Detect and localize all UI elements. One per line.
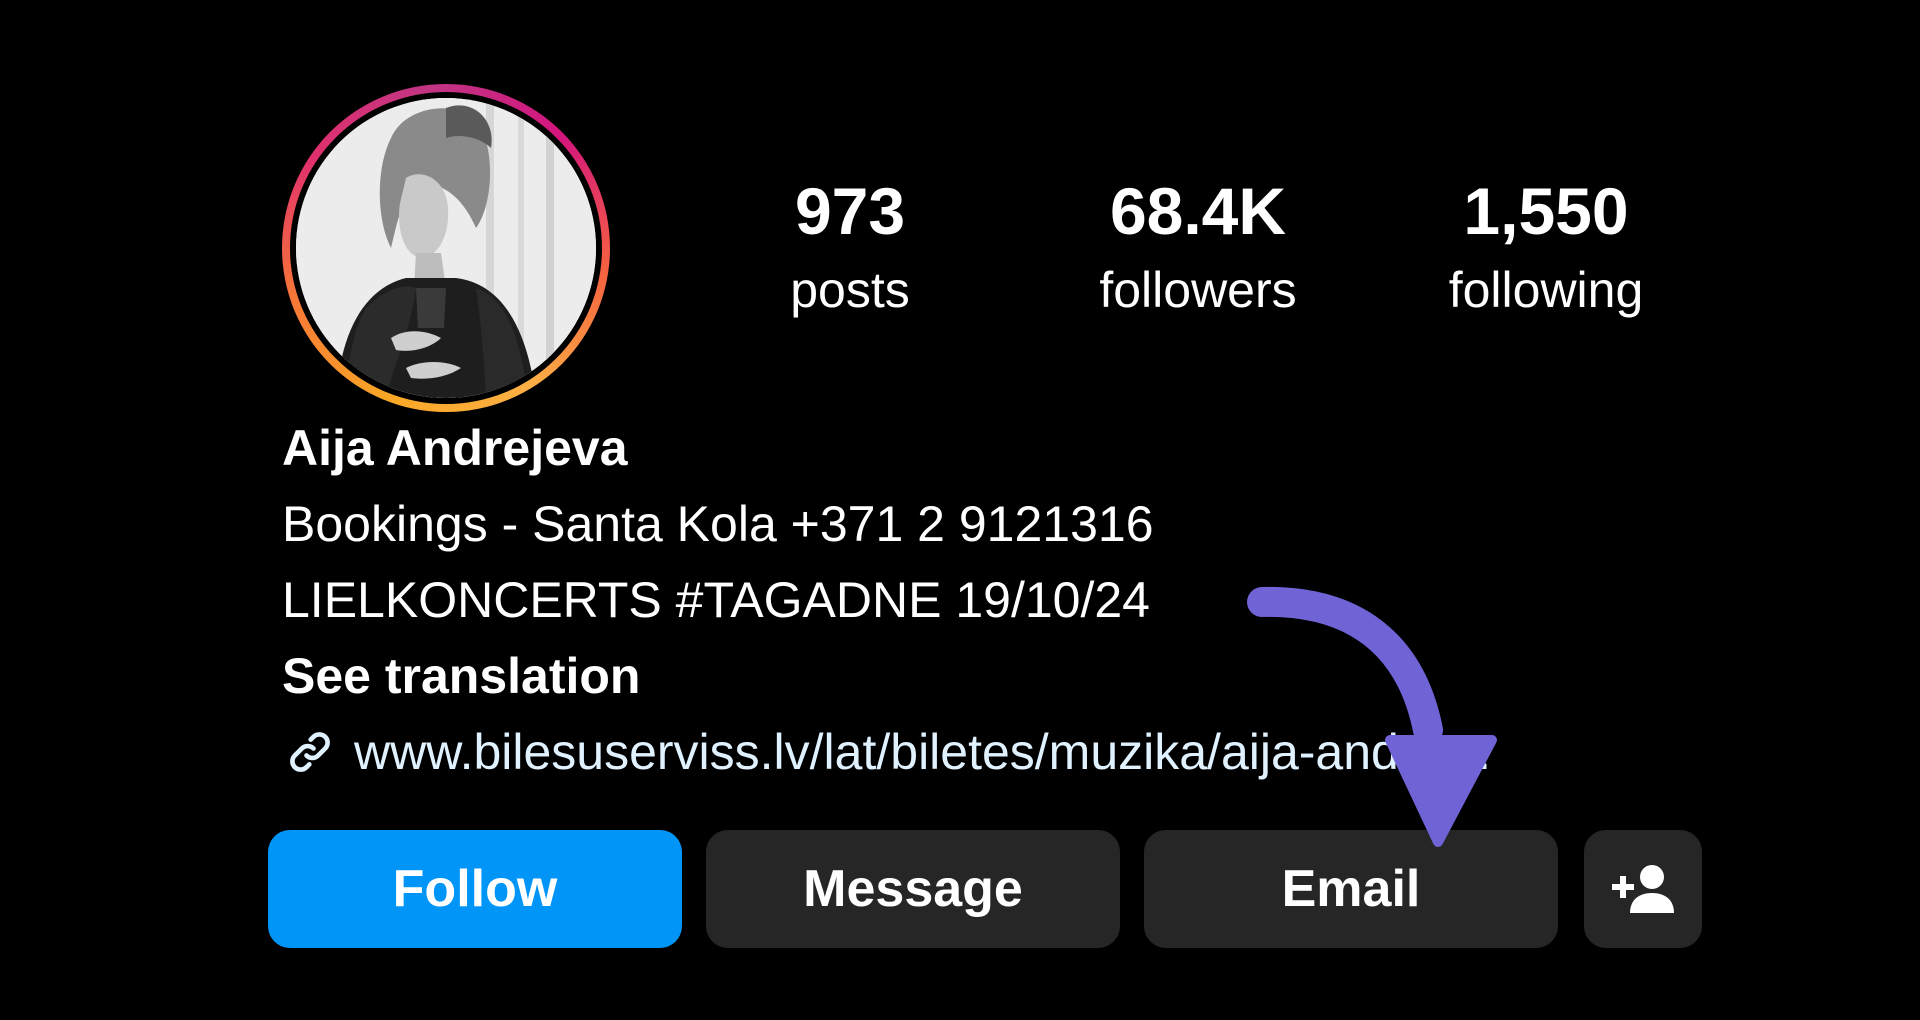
bio-link[interactable]: www.bilesuserviss.lv/lat/biletes/muzika/… xyxy=(282,714,1702,790)
profile-actions: Follow Message Email xyxy=(268,830,1702,948)
add-user-button[interactable] xyxy=(1584,830,1702,948)
profile-bio: Aija Andrejeva Bookings - Santa Kola +37… xyxy=(282,410,1702,790)
posts-count: 973 xyxy=(794,174,906,248)
bio-link-text: www.bilesuserviss.lv/lat/biletes/muzika/… xyxy=(354,724,1494,780)
following-count: 1,550 xyxy=(1463,174,1629,248)
message-button[interactable]: Message xyxy=(706,830,1120,948)
stat-posts[interactable]: 973 posts xyxy=(700,168,1000,326)
follow-button[interactable]: Follow xyxy=(268,830,682,948)
add-user-icon xyxy=(1612,865,1674,913)
profile-name: Aija Andrejeva xyxy=(282,420,628,476)
email-button[interactable]: Email xyxy=(1144,830,1558,948)
followers-label: followers xyxy=(1099,262,1297,318)
stat-followers[interactable]: 68.4K followers xyxy=(1048,168,1348,326)
profile-stats: 973 posts 68.4K followers 1,550 followin… xyxy=(700,168,1740,338)
bio-line-bookings: Bookings - Santa Kola +371 2 9121316 xyxy=(282,496,1154,552)
link-icon xyxy=(290,732,330,772)
stat-following[interactable]: 1,550 following xyxy=(1396,168,1696,326)
bio-line-concert: LIELKONCERTS #TAGADNE 19/10/24 xyxy=(282,572,1150,628)
followers-count: 68.4K xyxy=(1109,174,1287,248)
avatar-image xyxy=(296,98,596,398)
story-ring[interactable] xyxy=(282,84,610,412)
avatar[interactable] xyxy=(296,98,596,398)
posts-label: posts xyxy=(790,262,910,318)
see-translation-link[interactable]: See translation xyxy=(282,638,1702,714)
following-label: following xyxy=(1448,262,1644,318)
